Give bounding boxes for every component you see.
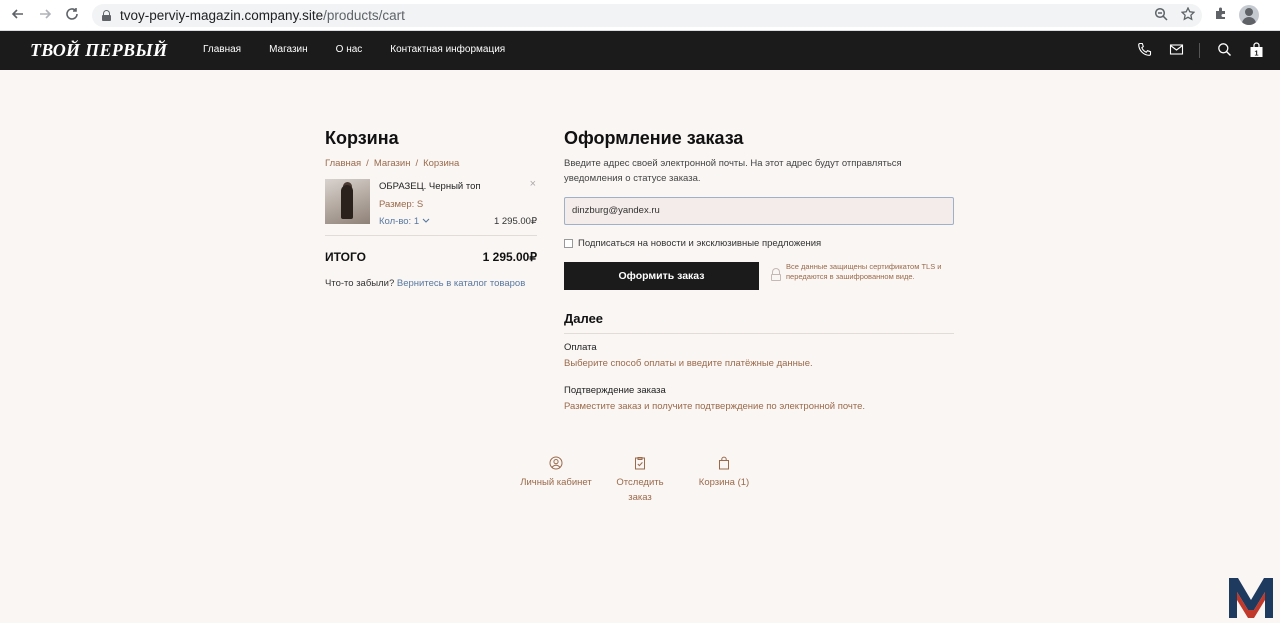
reload-icon[interactable] (62, 6, 82, 26)
step-payment-desc: Выберите способ оплаты и введите платёжн… (564, 358, 813, 369)
subscribe-option[interactable]: Подписаться на новости и эксклюзивные пр… (564, 238, 954, 250)
browser-toolbar: tvoy-perviy-magazin.company.site/product… (0, 0, 1280, 31)
header-divider (1199, 43, 1200, 58)
menu-item-about[interactable]: О нас (336, 44, 363, 55)
zoom-icon[interactable] (1152, 7, 1170, 25)
cart-link[interactable]: Корзина (1) (679, 456, 769, 490)
arrow-right-icon[interactable] (35, 6, 55, 26)
step-payment-title: Оплата (564, 342, 597, 353)
bag-icon (717, 456, 731, 470)
cart-label: Корзина (1) (698, 477, 750, 488)
product-title[interactable]: ОБРАЗЕЦ. Черный топ (379, 181, 481, 192)
total-value: 1 295.00₽ (482, 250, 537, 264)
profile-avatar-icon[interactable] (1239, 5, 1259, 25)
product-thumbnail[interactable] (325, 179, 370, 224)
cart-divider (325, 235, 537, 236)
clipboard-check-icon (633, 456, 647, 470)
lock-icon (771, 268, 781, 281)
site-header: ТВОЙ ПЕРВЫЙ Главная Магазин О нас Контак… (0, 31, 1280, 70)
order-row: Оформить заказ Все данные защищены серти… (564, 262, 954, 292)
breadcrumb-shop[interactable]: Магазин (374, 158, 411, 169)
cart-panel: Корзина Главная / Магазин / Корзина ОБРАЗЕЦ.… (325, 128, 537, 289)
back-to-catalog-link[interactable]: Вернитесь в каталог товаров (397, 278, 525, 289)
step-confirmation-desc: Разместите заказ и получите подтверждени… (564, 401, 866, 412)
breadcrumb-home[interactable]: Главная (325, 158, 361, 169)
menu-item-home[interactable]: Главная (203, 44, 241, 55)
next-steps-divider (564, 333, 954, 334)
subscribe-checkbox[interactable] (564, 239, 573, 248)
product-price: 1 295.00₽ (493, 216, 537, 227)
bag-count: 1 (1254, 48, 1258, 57)
checkout-panel: Оформление заказа Введите адрес своей эл… (564, 128, 954, 412)
menu-item-contacts[interactable]: Контактная информация (390, 44, 505, 55)
remove-item-button[interactable]: × (530, 178, 536, 190)
main-menu: Главная Магазин О нас Контактная информа… (203, 44, 533, 55)
track-order-label: Отследить заказ (616, 477, 664, 503)
breadcrumb-cart[interactable]: Корзина (423, 158, 459, 169)
email-field[interactable]: dinzburg@yandex.ru (564, 197, 954, 225)
address-bar[interactable]: tvoy-perviy-magazin.company.site/product… (92, 4, 1202, 27)
tls-note: Все данные защищены сертификатом TLS и п… (786, 262, 942, 281)
mail-icon[interactable] (1168, 42, 1184, 58)
lock-icon (102, 10, 111, 21)
search-icon[interactable] (1216, 42, 1232, 58)
site-logo[interactable]: ТВОЙ ПЕРВЫЙ (30, 40, 167, 61)
chevron-down-icon (422, 216, 430, 227)
breadcrumb: Главная / Магазин / Корзина (325, 158, 537, 169)
url-text[interactable]: tvoy-perviy-magazin.company.site/product… (120, 8, 405, 23)
product-size: Размер: S (379, 199, 424, 210)
cart-total: ИТОГО 1 295.00₽ (325, 250, 537, 270)
bag-icon[interactable]: 1 (1248, 42, 1264, 58)
cart-item: ОБРАЗЕЦ. Черный топ Размер: S Кол-во: 1 … (325, 178, 537, 231)
account-link[interactable]: Личный кабинет (511, 456, 601, 490)
quantity-selector[interactable]: Кол-во: 1 (379, 216, 430, 227)
place-order-button[interactable]: Оформить заказ (564, 262, 759, 290)
breadcrumb-separator: / (415, 158, 419, 169)
forgot-text: Что-то забыли? (325, 278, 397, 289)
cart-title: Корзина (325, 128, 399, 148)
user-circle-icon (549, 456, 563, 470)
track-order-link[interactable]: Отследить заказ (595, 456, 685, 505)
step-confirmation-title: Подтверждение заказа (564, 385, 666, 396)
star-icon[interactable] (1179, 6, 1197, 25)
breadcrumb-separator: / (366, 158, 369, 169)
checkout-title: Оформление заказа (564, 128, 744, 148)
forgot-something: Что-то забыли? Вернитесь в каталог товар… (325, 278, 537, 289)
menu-item-shop[interactable]: Магазин (269, 44, 308, 55)
watermark-logo (1227, 576, 1275, 620)
phone-icon[interactable] (1136, 42, 1152, 58)
total-label: ИТОГО (325, 250, 366, 264)
extensions-icon[interactable] (1211, 5, 1231, 25)
arrow-left-icon[interactable] (8, 6, 28, 26)
next-steps-title: Далее (564, 311, 604, 326)
quantity-label: Кол-во: 1 (379, 216, 420, 227)
account-label: Личный кабинет (520, 477, 592, 488)
subscribe-label[interactable]: Подписаться на новости и эксклюзивные пр… (578, 238, 821, 249)
checkout-intro: Введите адрес своей электронной почты. Н… (564, 158, 902, 184)
